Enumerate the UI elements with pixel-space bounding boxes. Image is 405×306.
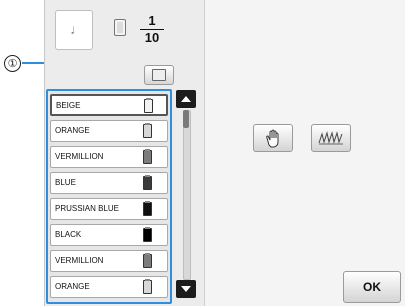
callout-number: ① [4, 55, 21, 72]
color-name: VERMILLION [55, 152, 104, 161]
color-name: ORANGE [55, 282, 90, 291]
color-item-3[interactable]: BLUE [50, 172, 168, 194]
thread-swatch [143, 123, 152, 138]
ok-button[interactable]: OK [343, 271, 401, 303]
scroll-thumb[interactable] [183, 110, 189, 128]
color-name: ORANGE [55, 126, 90, 135]
color-item-2[interactable]: VERMILLION [50, 146, 168, 168]
color-item-4[interactable]: PRUSSIAN BLUE [50, 198, 168, 220]
thread-swatch [143, 279, 152, 294]
scroll-rail[interactable] [183, 110, 191, 280]
arrow-down-icon[interactable] [176, 280, 196, 298]
color-counter-total: 10 [144, 30, 160, 45]
color-name: BLACK [55, 230, 82, 239]
thread-swatch [143, 253, 152, 268]
color-item-5[interactable]: BLACK [50, 224, 168, 246]
color-item-6[interactable]: VERMILLION [50, 250, 168, 272]
needle-thread-icon: ♩ [70, 21, 84, 37]
sewing-screen: ♩ 1 10 BEIGE ORANGE VERMILLION BLUE PRUS… [44, 0, 405, 306]
stitch-pattern-icon [318, 131, 343, 145]
control-panel: OK [205, 0, 405, 306]
thread-color-panel: ♩ 1 10 BEIGE ORANGE VERMILLION BLUE PRUS… [45, 0, 205, 306]
thread-color-list: BEIGE ORANGE VERMILLION BLUE PRUSSIAN BL… [46, 89, 172, 304]
thread-spool-icon [114, 19, 126, 36]
hand-icon [266, 129, 279, 148]
color-name: VERMILLION [55, 256, 104, 265]
color-counter: 1 10 [137, 14, 167, 45]
pattern-preview: ♩ [55, 10, 93, 50]
spool-sort-button[interactable] [144, 65, 174, 85]
hand-button[interactable] [253, 124, 293, 152]
color-counter-current: 1 [148, 13, 156, 28]
color-name: BEIGE [56, 101, 81, 110]
stitch-button[interactable] [311, 124, 351, 152]
spool-sort-icon [152, 69, 166, 81]
thread-swatch [143, 149, 152, 164]
color-name: BLUE [55, 178, 76, 187]
thread-swatch [143, 201, 152, 216]
thread-swatch [144, 98, 153, 113]
color-item-1[interactable]: ORANGE [50, 120, 168, 142]
arrow-up-icon[interactable] [176, 90, 196, 108]
color-item-0[interactable]: BEIGE [50, 94, 168, 116]
color-item-7[interactable]: ORANGE [50, 276, 168, 298]
thread-swatch [143, 227, 152, 242]
thread-swatch [143, 175, 152, 190]
color-name: PRUSSIAN BLUE [55, 204, 120, 213]
